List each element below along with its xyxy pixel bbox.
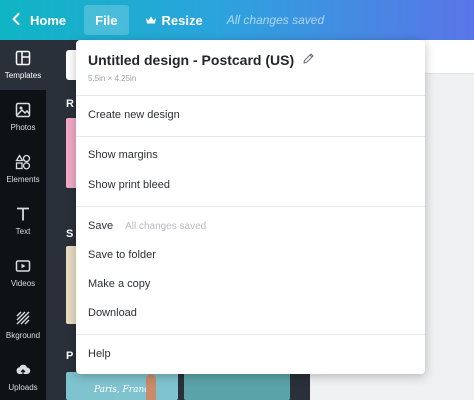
design-dimensions: 5.5in × 4.25in xyxy=(88,74,137,83)
sidebar-item-label: Photos xyxy=(10,123,36,132)
make-a-copy-item[interactable]: Make a copy xyxy=(76,271,425,297)
save-item[interactable]: Save All changes saved xyxy=(76,213,425,239)
tower-illustration xyxy=(146,374,156,400)
template-thumbnail[interactable]: Paris, France xyxy=(66,372,178,400)
menu-divider xyxy=(76,206,425,207)
show-print-bleed-item[interactable]: Show print bleed xyxy=(76,172,425,198)
menu-item-label: Save xyxy=(88,220,114,232)
templates-icon xyxy=(15,50,31,66)
sidebar-item-label: Text xyxy=(15,227,31,236)
menu-item-label: Show margins xyxy=(88,149,158,161)
menu-divider xyxy=(76,334,425,335)
menu-item-label: Download xyxy=(88,307,137,319)
sidebar-item-label: Videos xyxy=(10,279,36,288)
menu-divider xyxy=(76,136,425,137)
section-heading: R xyxy=(66,98,74,110)
pencil-icon[interactable] xyxy=(302,52,315,68)
menu-item-label: Create new design xyxy=(88,109,180,121)
top-bar: Home File Resize All changes saved xyxy=(0,0,474,40)
section-heading: S xyxy=(66,228,74,240)
chevron-left-icon xyxy=(12,12,20,28)
menu-item-label: Make a copy xyxy=(88,278,151,290)
crown-icon xyxy=(145,13,157,28)
videos-icon xyxy=(15,260,31,272)
file-menu: Untitled design - Postcard (US) 5.5in × … xyxy=(76,40,425,374)
section-heading: P xyxy=(66,350,74,362)
menu-item-label: Show print bleed xyxy=(88,179,170,191)
sidebar-item-templates[interactable]: Templates xyxy=(0,40,46,90)
save-to-folder-item[interactable]: Save to folder xyxy=(76,242,425,268)
save-status: All changes saved xyxy=(226,13,325,27)
save-status-note: All changes saved xyxy=(125,220,207,232)
sidebar-item-label: Bkground xyxy=(5,331,41,340)
sidebar-item-photos[interactable]: Photos xyxy=(0,92,46,142)
uploads-icon xyxy=(16,364,31,376)
home-label: Home xyxy=(30,12,67,28)
design-title-text: Untitled design - Postcard (US) xyxy=(88,52,295,68)
sidebar-item-elements[interactable]: Elements xyxy=(0,144,46,194)
design-title[interactable]: Untitled design - Postcard (US) xyxy=(88,52,315,68)
background-icon xyxy=(16,311,30,325)
sidebar-item-label: Templates xyxy=(4,71,42,80)
template-thumbnail[interactable] xyxy=(184,372,290,400)
elements-icon xyxy=(15,154,31,170)
sidebar: Templates Photos Elements Text Videos Bk… xyxy=(0,40,46,400)
help-item[interactable]: Help xyxy=(76,341,425,367)
show-margins-item[interactable]: Show margins xyxy=(76,142,425,168)
sidebar-item-background[interactable]: Bkground xyxy=(0,300,46,350)
text-icon xyxy=(17,207,29,221)
sidebar-item-uploads[interactable]: Uploads xyxy=(0,352,46,400)
resize-label: Resize xyxy=(161,12,203,28)
photos-icon xyxy=(15,102,31,118)
resize-button[interactable]: Resize xyxy=(145,13,203,28)
sidebar-item-text[interactable]: Text xyxy=(0,196,46,246)
menu-item-label: Save to folder xyxy=(88,249,156,261)
file-menu-button[interactable]: File xyxy=(84,5,129,35)
sidebar-item-label: Uploads xyxy=(8,383,38,392)
sidebar-item-label: Elements xyxy=(6,175,40,184)
sidebar-item-videos[interactable]: Videos xyxy=(0,248,46,298)
menu-item-label: Help xyxy=(88,348,111,360)
download-item[interactable]: Download xyxy=(76,300,425,326)
create-new-design-item[interactable]: Create new design xyxy=(76,102,425,128)
menu-divider xyxy=(76,95,425,96)
home-button[interactable]: Home xyxy=(0,0,80,40)
